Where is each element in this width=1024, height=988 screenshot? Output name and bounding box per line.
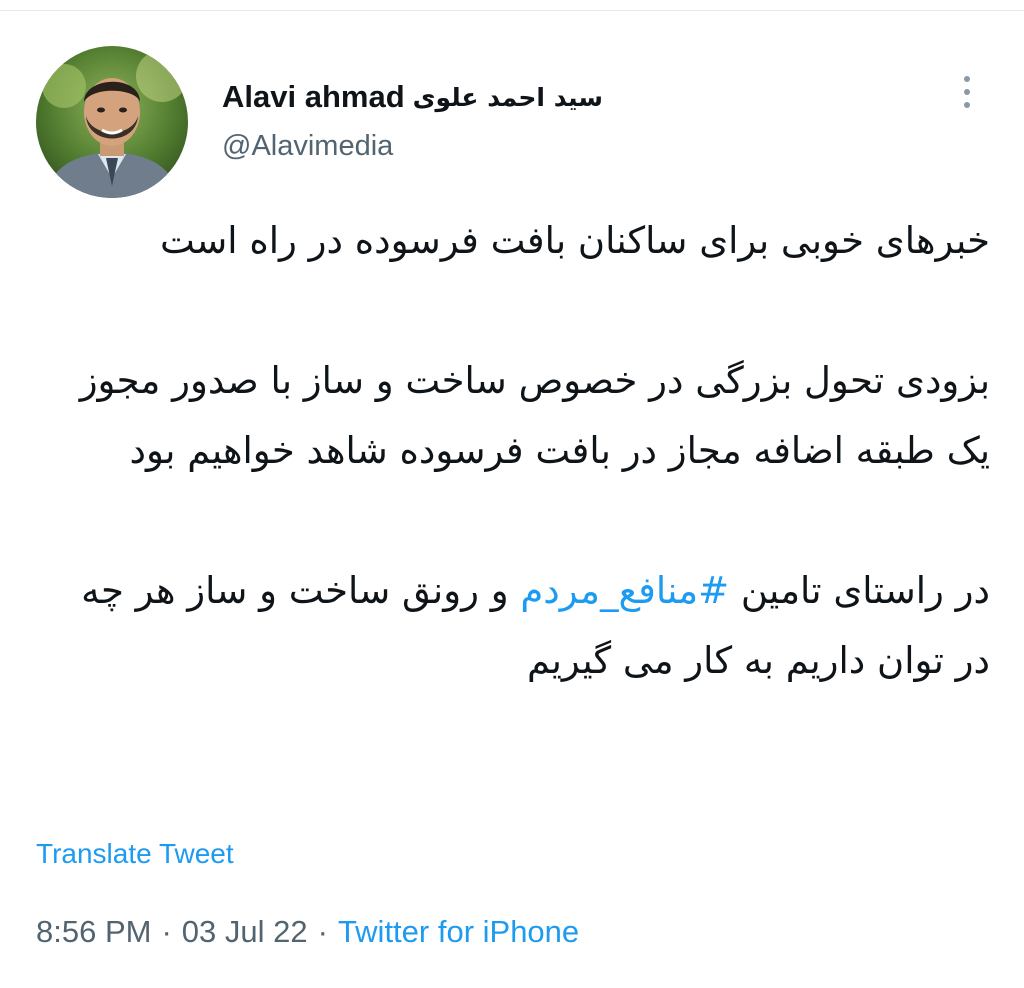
tweet-paragraph-1: خبرهای خوبی برای ساکنان بافت فرسوده در ر… — [159, 219, 990, 262]
author-name-latin: Alavi ahmad — [222, 79, 405, 114]
tweet-paragraph-3-start: در راستای تامین — [740, 569, 990, 612]
meta-separator: · — [317, 914, 328, 949]
tweet-paragraph-2: بزودی تحول بزرگی در خصوص ساخت و ساز با ص… — [79, 359, 990, 472]
tweet-time: 8:56 PM — [36, 914, 152, 949]
avatar-photo — [36, 46, 188, 198]
tweet-body: خبرهای خوبی برای ساکنان بافت فرسوده در ر… — [36, 206, 990, 696]
meta-separator: · — [161, 914, 172, 949]
tweet-source-link[interactable]: Twitter for iPhone — [338, 914, 579, 950]
tweet-paragraph-3: در راستای تامین #منافع_مردم و رونق ساخت … — [36, 556, 990, 696]
author-handle[interactable]: @Alavimedia — [222, 130, 393, 163]
top-divider — [0, 0, 1024, 11]
author-avatar[interactable] — [36, 46, 188, 198]
tweet-meta: 8:56 PM · 03 Jul 22 · Twitter for iPhone — [36, 914, 579, 950]
author-name[interactable]: Alavi ahmad سید احمد علوی — [222, 74, 603, 120]
more-dot — [964, 102, 970, 108]
more-dot — [964, 89, 970, 95]
tweet-date: 03 Jul 22 — [181, 914, 308, 949]
hashtag-link[interactable]: #منافع_مردم — [520, 569, 729, 612]
translate-tweet-link[interactable]: Translate Tweet — [36, 838, 234, 870]
author-name-persian: سید احمد علوی — [412, 82, 603, 112]
more-dot — [964, 76, 970, 82]
more-vertical-icon[interactable] — [950, 68, 984, 116]
